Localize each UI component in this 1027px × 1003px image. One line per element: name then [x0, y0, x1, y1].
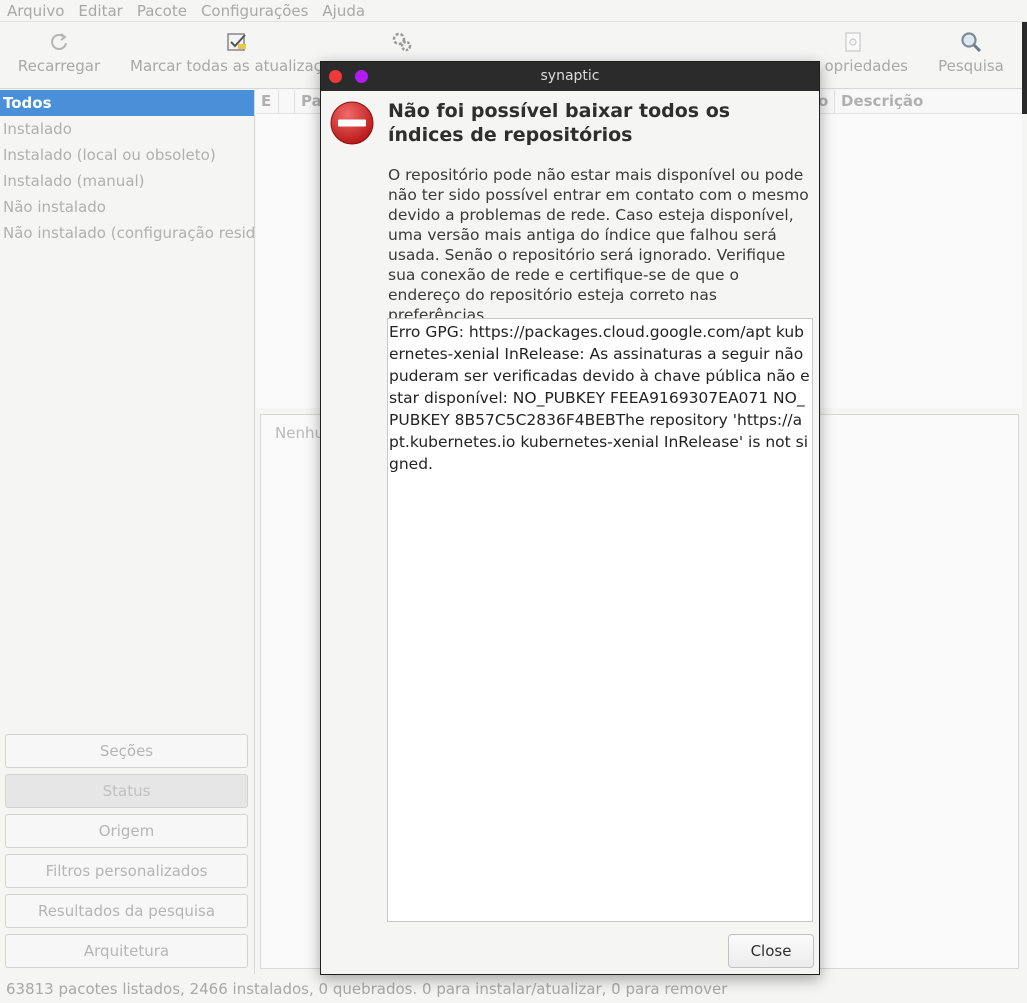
- reload-icon: [48, 31, 70, 53]
- filter-nao-instalado-residual[interactable]: Não instalado (configuração residu: [0, 220, 254, 246]
- mark-all-upgrades-button[interactable]: Marcar todas as atualizaç: [130, 31, 330, 75]
- reload-button[interactable]: Recarregar: [18, 31, 100, 75]
- menu-pacote[interactable]: Pacote: [130, 1, 194, 21]
- window-scrollbar[interactable]: [1022, 22, 1027, 114]
- dialog-heading: Não foi possível baixar todos os índices…: [388, 100, 731, 146]
- search-results-button[interactable]: Resultados da pesquisa: [5, 894, 248, 928]
- custom-filters-button[interactable]: Filtros personalizados: [5, 854, 248, 888]
- dialog-titlebar: synaptic: [321, 62, 819, 91]
- search-icon: [960, 31, 982, 53]
- dialog-message: O repositório pode não estar mais dispon…: [388, 166, 809, 324]
- menu-ajuda[interactable]: Ajuda: [315, 1, 372, 21]
- filter-nao-instalado[interactable]: Não instalado: [0, 194, 254, 220]
- filter-instalado[interactable]: Instalado: [0, 116, 254, 142]
- gears-icon: [391, 31, 413, 53]
- error-dialog: synaptic Não foi possível baixar todos o…: [320, 61, 820, 975]
- properties-button[interactable]: opriedades: [808, 31, 908, 75]
- filter-instalado-local[interactable]: Instalado (local ou obsoleto): [0, 142, 254, 168]
- error-details-textview[interactable]: Erro GPG: https://packages.cloud.google.…: [387, 318, 813, 922]
- status-button[interactable]: Status: [5, 774, 248, 808]
- architecture-button[interactable]: Arquitetura: [5, 934, 248, 968]
- description-text: Nenhu: [275, 424, 324, 442]
- mark-upgrades-icon: [226, 31, 248, 53]
- sections-button[interactable]: Seções: [5, 734, 248, 768]
- filter-todos[interactable]: Todos: [0, 90, 254, 116]
- mark-all-label: Marcar todas as atualizaç: [130, 57, 322, 75]
- menubar: Arquivo Editar Pacote Configurações Ajud…: [0, 0, 1027, 22]
- status-bar: 63813 pacotes listados, 2466 instalados,…: [6, 980, 728, 998]
- apply-button[interactable]: [390, 31, 414, 57]
- menu-editar[interactable]: Editar: [71, 1, 129, 21]
- search-button[interactable]: Pesquisa: [936, 31, 1006, 75]
- menu-configuracoes[interactable]: Configurações: [194, 1, 315, 21]
- column-package[interactable]: Pa: [301, 92, 322, 110]
- reload-label: Recarregar: [17, 57, 101, 75]
- error-icon: [329, 100, 375, 146]
- menu-arquivo[interactable]: Arquivo: [0, 1, 71, 21]
- search-label: Pesquisa: [938, 57, 1004, 75]
- filter-instalado-manual[interactable]: Instalado (manual): [0, 168, 254, 194]
- column-status[interactable]: E: [261, 92, 271, 110]
- dialog-title: synaptic: [540, 68, 600, 84]
- properties-label: opriedades: [824, 57, 908, 75]
- origin-button[interactable]: Origem: [5, 814, 248, 848]
- filter-pane: Todos Instalado Instalado (local ou obso…: [0, 90, 255, 974]
- close-button[interactable]: Close: [728, 934, 814, 968]
- column-description[interactable]: Descrição: [841, 92, 923, 110]
- properties-icon: [842, 31, 864, 53]
